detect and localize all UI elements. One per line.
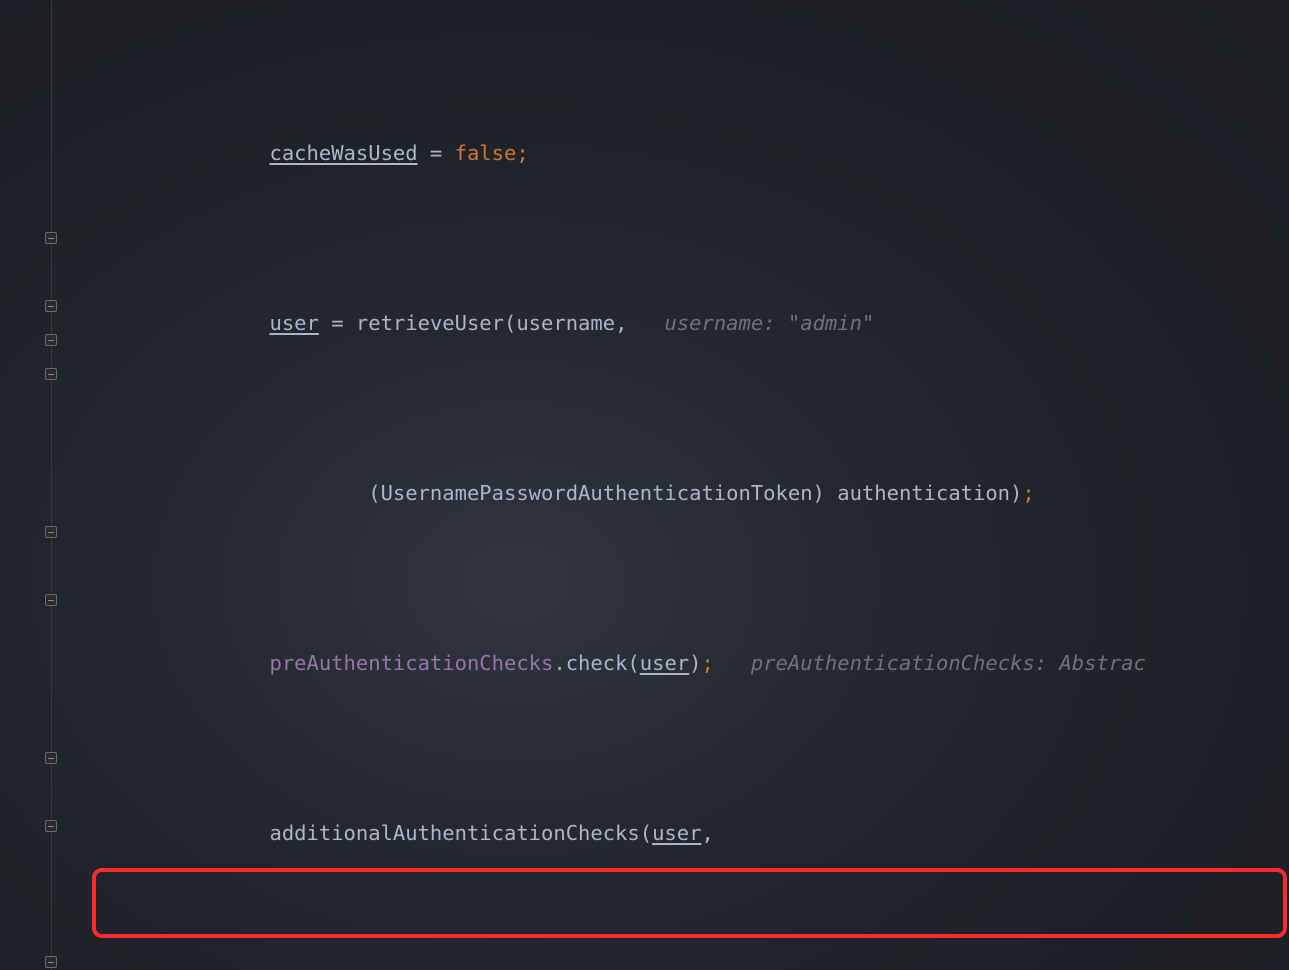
code-area[interactable]: cacheWasUsed = false; user = retrieveUse… xyxy=(72,0,1289,970)
variable-user: user xyxy=(269,311,318,335)
code-line[interactable]: preAuthenticationChecks.check(user); pre… xyxy=(72,646,1289,680)
fold-handle-icon[interactable] xyxy=(45,820,57,832)
fold-handle-icon[interactable] xyxy=(45,752,57,764)
fold-handle-icon[interactable] xyxy=(45,526,57,538)
code-editor[interactable]: cacheWasUsed = false; user = retrieveUse… xyxy=(0,0,1289,970)
annotation-highlight-box xyxy=(92,868,1287,938)
fold-handle-icon[interactable] xyxy=(45,594,57,606)
debug-hint: preAuthenticationChecks: Abstrac xyxy=(714,651,1146,675)
fold-handle-icon[interactable] xyxy=(45,232,57,244)
fold-handle-icon[interactable] xyxy=(45,300,57,312)
code-line[interactable]: additionalAuthenticationChecks(user, xyxy=(72,816,1289,850)
fold-handle-icon[interactable] xyxy=(45,956,57,968)
code-line[interactable]: (UsernamePasswordAuthenticationToken) au… xyxy=(72,476,1289,510)
fold-handle-icon[interactable] xyxy=(45,334,57,346)
code-line[interactable]: cacheWasUsed = false; xyxy=(72,136,1289,170)
gutter xyxy=(0,0,72,970)
variable-cacheWasUsed: cacheWasUsed xyxy=(269,141,417,165)
fold-handle-icon[interactable] xyxy=(45,368,57,380)
code-line[interactable]: user = retrieveUser(username, username: … xyxy=(72,306,1289,340)
